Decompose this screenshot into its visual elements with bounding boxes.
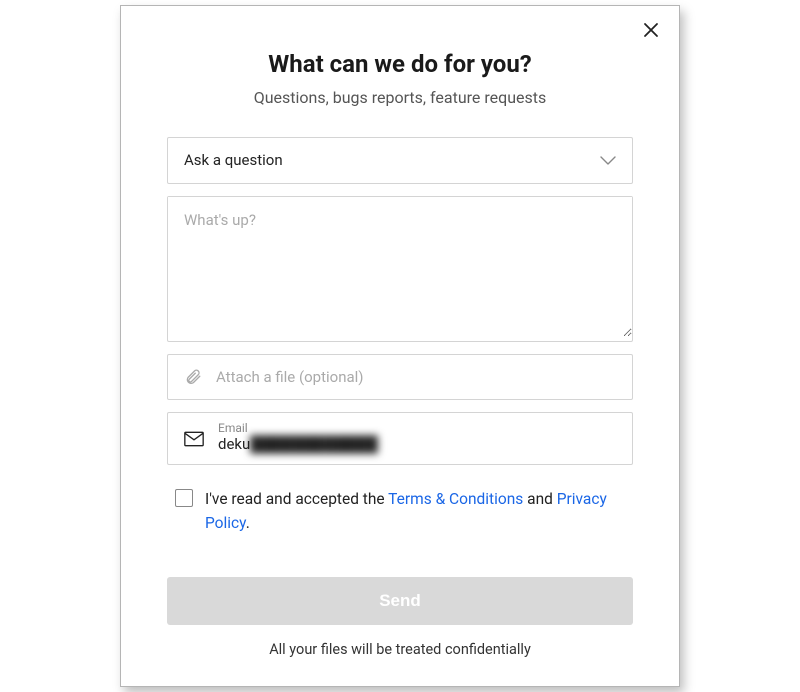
category-select-value: Ask a question <box>184 151 283 169</box>
message-textarea[interactable] <box>168 197 632 337</box>
consent-checkbox[interactable] <box>175 489 193 507</box>
consent-text: I've read and accepted the Terms & Condi… <box>205 487 625 535</box>
attach-file-button[interactable]: Attach a file (optional) <box>167 354 633 400</box>
contact-form: Ask a question Attach a file (optional) <box>167 137 633 659</box>
email-value: deku████████████ <box>218 435 616 455</box>
modal-subtitle: Questions, bugs reports, feature request… <box>167 88 633 107</box>
category-select[interactable]: Ask a question <box>167 137 633 184</box>
modal-title: What can we do for you? <box>167 50 633 78</box>
terms-link[interactable]: Terms & Conditions <box>388 490 523 508</box>
email-field[interactable]: Email deku████████████ <box>167 412 633 466</box>
confidentiality-note: All your files will be treated confident… <box>167 641 633 658</box>
message-field-wrapper <box>167 196 633 342</box>
attach-file-label: Attach a file (optional) <box>216 368 364 386</box>
paperclip-icon <box>184 368 202 386</box>
close-button[interactable] <box>639 20 663 44</box>
consent-row: I've read and accepted the Terms & Condi… <box>167 477 633 543</box>
email-label: Email <box>218 421 616 435</box>
contact-modal: What can we do for you? Questions, bugs … <box>120 5 680 688</box>
send-button[interactable]: Send <box>167 577 633 625</box>
mail-icon <box>184 431 204 447</box>
chevron-down-icon <box>600 151 616 170</box>
close-icon <box>643 22 659 42</box>
